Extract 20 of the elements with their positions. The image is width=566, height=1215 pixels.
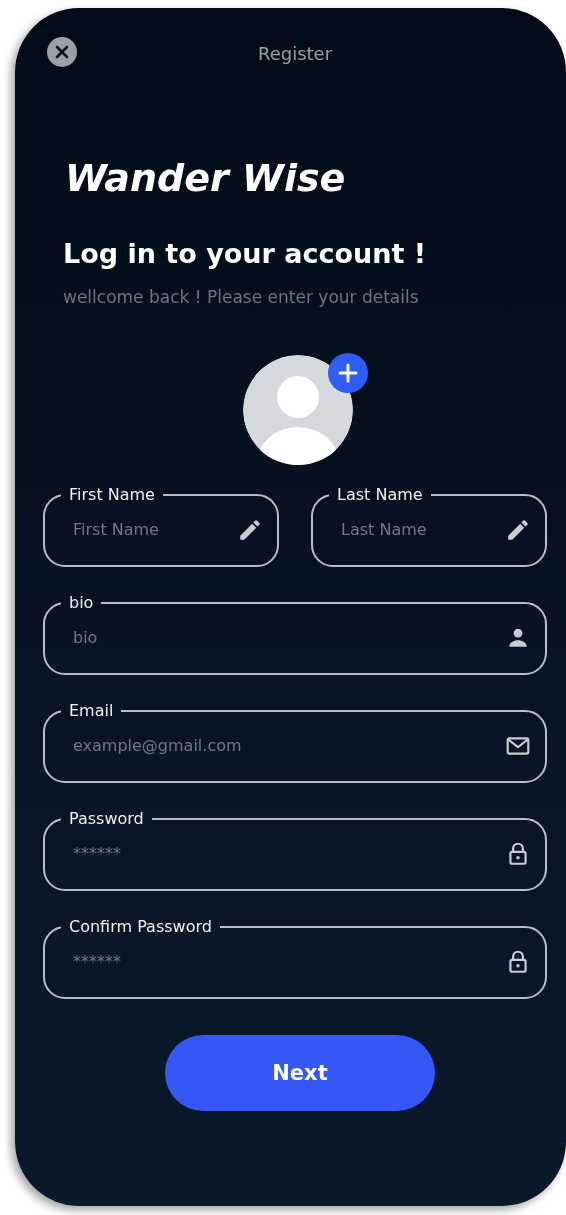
next-button[interactable]: Next (165, 1035, 435, 1111)
field-label: bio (68, 593, 95, 612)
input-field[interactable]: bio (73, 628, 505, 647)
field-label: Email (68, 701, 115, 720)
field-label: Confirm Password (68, 917, 213, 936)
subtitle: wellcome back ! Please enter your details (63, 287, 420, 307)
app-logo-text: Wander Wise (65, 156, 347, 200)
input-field[interactable]: Last Name (341, 520, 505, 539)
close-icon[interactable] (47, 37, 77, 67)
field-label: Last Name (336, 485, 424, 504)
screen-title: Register (257, 42, 333, 64)
avatar-placeholder-icon[interactable] (243, 355, 353, 465)
field-label: Password (68, 809, 145, 828)
add-photo-icon[interactable] (328, 353, 368, 393)
input-field[interactable]: ****** (73, 952, 505, 971)
input-field[interactable]: ****** (73, 844, 505, 863)
field-label: First Name (68, 485, 156, 504)
input-field[interactable]: First Name (73, 520, 237, 539)
heading: Log in to your account ! (63, 238, 428, 269)
input-field[interactable]: example@gmail.com (73, 736, 505, 755)
